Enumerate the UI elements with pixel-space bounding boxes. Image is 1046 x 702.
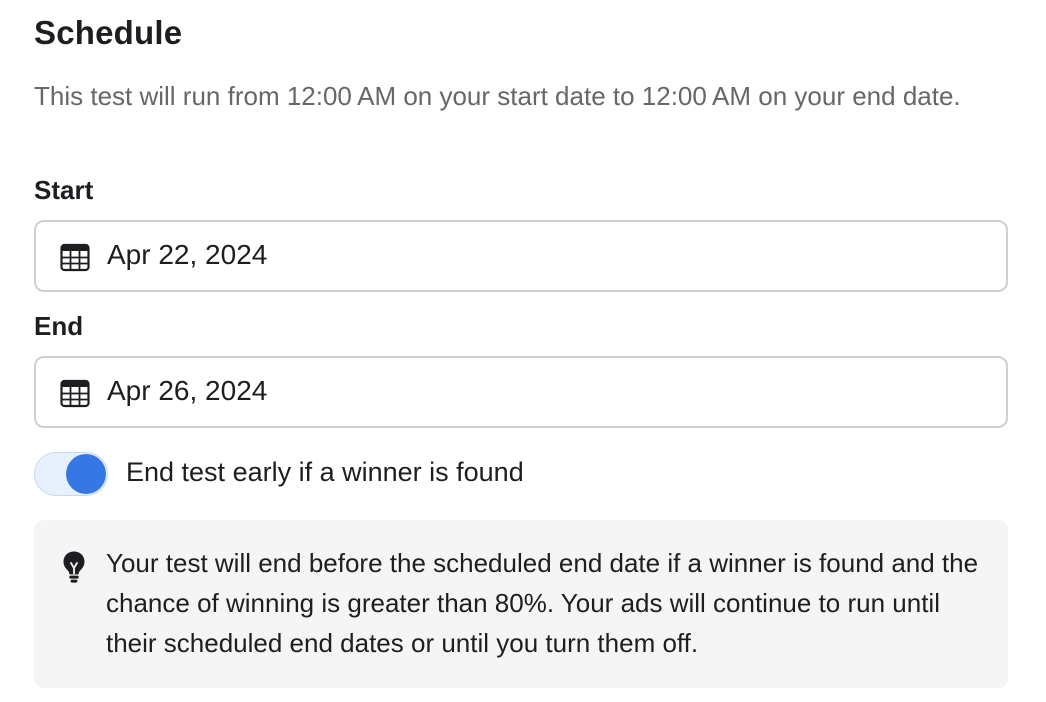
- schedule-description: This test will run from 12:00 AM on your…: [34, 81, 961, 111]
- section-title: Schedule: [34, 14, 183, 51]
- end-early-toggle[interactable]: [34, 452, 108, 496]
- lightbulb-icon: [63, 551, 85, 583]
- calendar-icon: [60, 243, 90, 272]
- start-date-value: Apr 22, 2024: [107, 239, 268, 270]
- end-date-input[interactable]: Apr 26, 2024: [34, 356, 1008, 428]
- start-date-input[interactable]: Apr 22, 2024: [34, 220, 1008, 292]
- end-label: End: [34, 311, 84, 341]
- info-callout: Your test will end before the scheduled …: [34, 520, 1008, 688]
- toggle-knob: [66, 454, 106, 494]
- start-label: Start: [34, 175, 94, 205]
- calendar-icon: [60, 379, 90, 408]
- end-date-value: Apr 26, 2024: [107, 375, 268, 406]
- end-early-toggle-label[interactable]: End test early if a winner is found: [126, 457, 524, 488]
- info-text: Your test will end before the scheduled …: [106, 548, 979, 658]
